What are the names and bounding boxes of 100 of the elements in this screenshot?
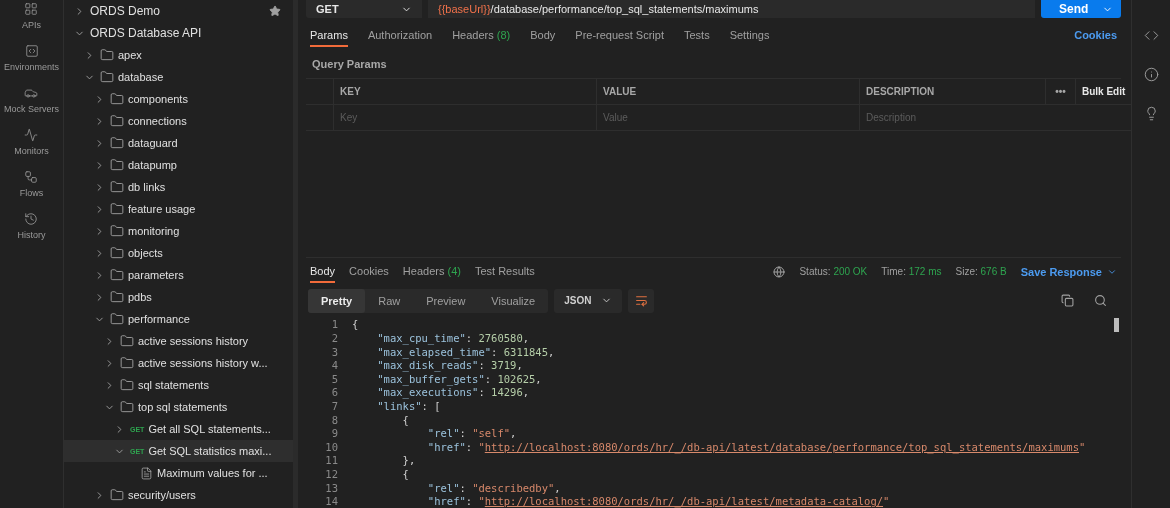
nav-item[interactable]: Environments xyxy=(4,44,59,72)
request-tab[interactable]: Headers (8) xyxy=(452,23,511,47)
response-meta: Size: 676 B xyxy=(955,266,1007,278)
nav-item[interactable]: Mock Servers xyxy=(4,86,59,114)
folder-icon xyxy=(100,48,114,62)
tree-item[interactable]: monitoring xyxy=(64,220,293,242)
tree-item[interactable]: db links xyxy=(64,176,293,198)
star-icon[interactable] xyxy=(269,5,281,17)
tree-item[interactable]: database xyxy=(64,66,293,88)
code-line: "rel": "self", xyxy=(426,427,517,440)
nav-item[interactable]: Flows xyxy=(19,170,44,198)
column-header: KEY xyxy=(334,79,597,105)
tree-item[interactable]: datapump xyxy=(64,154,293,176)
folder-icon xyxy=(120,400,134,414)
column-header: VALUE xyxy=(597,79,860,105)
nav-item[interactable]: Monitors xyxy=(14,128,49,156)
more-button[interactable]: ••• xyxy=(1046,79,1076,105)
tree-item[interactable]: dataguard xyxy=(64,132,293,154)
response-tab[interactable]: Cookies xyxy=(349,260,389,284)
tree-item[interactable]: sql statements xyxy=(64,374,293,396)
view-mode-tab[interactable]: Visualize xyxy=(478,288,549,313)
nav-item[interactable]: APIs xyxy=(22,2,41,30)
format-select[interactable]: JSON xyxy=(554,288,623,313)
line-number: 1 xyxy=(330,318,339,331)
line-number: 13 xyxy=(324,481,339,494)
folder-icon xyxy=(110,180,124,194)
request-tab[interactable]: Settings xyxy=(729,23,770,47)
tree-item[interactable]: objects xyxy=(64,242,293,264)
line-number: 6 xyxy=(330,386,339,399)
tree-item[interactable]: active sessions history w... xyxy=(64,352,293,374)
folder-icon xyxy=(110,268,124,282)
scrollbar-thumb[interactable] xyxy=(1114,317,1119,332)
folder-icon xyxy=(110,92,124,106)
tree-item[interactable]: top sql statements xyxy=(64,396,293,418)
code-line: "max_disk_reads": 3719, xyxy=(376,359,523,372)
request-tab[interactable]: Body xyxy=(530,23,556,47)
folder-icon xyxy=(110,202,124,216)
request-tab[interactable]: Pre-request Script xyxy=(575,23,664,47)
tree-item[interactable]: feature usage xyxy=(64,198,293,220)
line-number: 12 xyxy=(324,468,339,480)
example-icon xyxy=(140,466,153,480)
response-tab[interactable]: Headers (4) xyxy=(402,260,461,284)
line-number: 8 xyxy=(330,413,339,426)
code-line: { xyxy=(401,468,409,480)
code-line: "rel": "describedby", xyxy=(426,481,561,494)
response-tab[interactable]: Body xyxy=(310,260,336,284)
method-select[interactable]: GET xyxy=(306,0,422,18)
line-number: 2 xyxy=(330,332,339,345)
folder-icon xyxy=(110,224,124,238)
view-mode-tab[interactable]: Raw xyxy=(365,288,414,313)
wrap-text-button[interactable] xyxy=(628,288,655,313)
line-number: 10 xyxy=(324,440,339,453)
tree-item[interactable]: connections xyxy=(64,110,293,132)
folder-icon xyxy=(110,158,124,172)
save-response-button[interactable]: Save Response xyxy=(1020,265,1117,278)
folder-icon xyxy=(110,114,124,128)
url-field[interactable]: {{baseUrl}}/database/performance/top_sql_statements/maximums xyxy=(428,0,1035,18)
line-number: 5 xyxy=(330,372,339,385)
tree-item[interactable]: pdbs xyxy=(64,286,293,308)
info-icon[interactable] xyxy=(1143,67,1159,82)
cookies-link[interactable]: Cookies xyxy=(1074,29,1117,41)
send-button[interactable]: Send xyxy=(1041,0,1121,18)
folder-icon xyxy=(120,356,134,370)
environments-icon xyxy=(24,44,39,58)
tree-item[interactable]: ORDS Database API xyxy=(64,22,293,44)
tree-item[interactable]: performance xyxy=(64,308,293,330)
request-tab[interactable]: Tests xyxy=(683,23,710,47)
code-line: "max_elapsed_time": 6311845, xyxy=(376,345,555,358)
code-line: "href": "http://localhost:8080/ords/hr/_/db-api/latest/database/performance/top_sql_statements/maximums" xyxy=(426,440,1086,453)
search-icon[interactable] xyxy=(1094,294,1107,308)
tree-item[interactable]: apex xyxy=(64,44,293,66)
code-line: }, xyxy=(401,454,416,467)
tree-item[interactable]: security/users xyxy=(64,484,293,506)
folder-icon xyxy=(110,488,124,502)
folder-icon xyxy=(120,378,134,392)
tree-item[interactable]: components xyxy=(64,88,293,110)
request-tab[interactable]: Params xyxy=(310,23,348,47)
view-mode-tab[interactable]: Pretty xyxy=(308,288,366,313)
code-line: { xyxy=(352,318,359,331)
folder-icon xyxy=(110,312,124,326)
request-tab[interactable]: Authorization xyxy=(367,23,433,47)
copy-icon[interactable] xyxy=(1061,294,1074,308)
tree-item[interactable]: ORDS Demo xyxy=(64,0,293,22)
monitors-icon xyxy=(24,128,39,142)
line-number: 9 xyxy=(330,427,339,440)
folder-icon xyxy=(110,136,124,150)
tree-item[interactable]: Maximum values for ... xyxy=(64,462,293,484)
line-number: 3 xyxy=(330,345,339,358)
response-tab[interactable]: Test Results xyxy=(474,260,535,284)
code-icon[interactable] xyxy=(1143,28,1159,43)
line-number: 4 xyxy=(330,359,339,372)
bulk-edit-button[interactable]: Bulk Edit xyxy=(1076,79,1132,105)
globe-icon[interactable] xyxy=(773,265,786,278)
view-mode-tab[interactable]: Preview xyxy=(413,288,479,313)
code-line: "max_cpu_time": 2760580, xyxy=(376,332,530,345)
tree-item[interactable]: active sessions history xyxy=(64,330,293,352)
tree-item[interactable]: parameters xyxy=(64,264,293,286)
apis-icon xyxy=(24,2,39,16)
nav-item[interactable]: History xyxy=(17,212,46,240)
column-header: DESCRIPTION xyxy=(860,79,1046,105)
